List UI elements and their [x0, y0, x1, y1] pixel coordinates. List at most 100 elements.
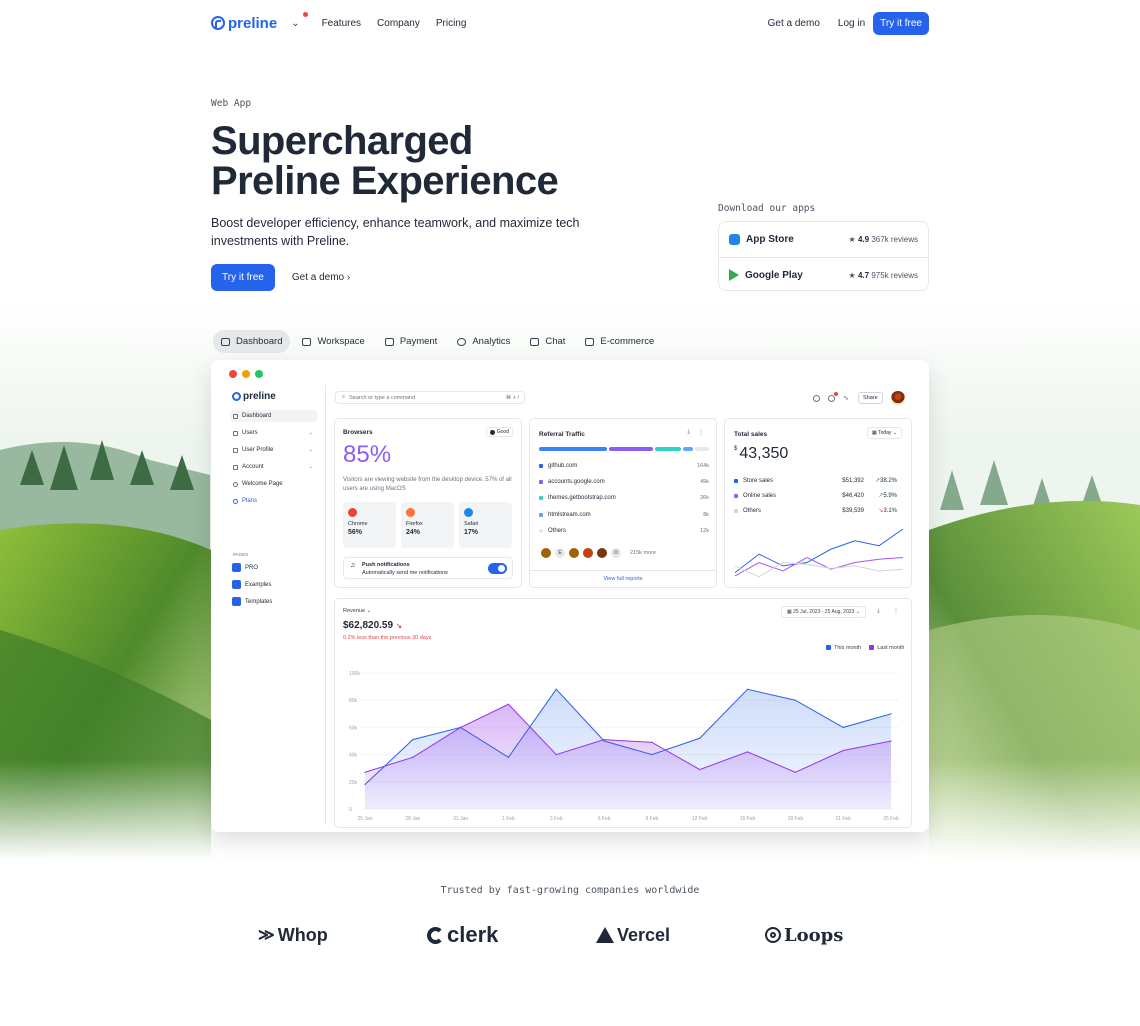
home-icon — [233, 413, 238, 419]
hero-title: Supercharged Preline Experience — [211, 119, 559, 203]
chrome-icon — [348, 508, 357, 517]
tab-ecommerce[interactable]: E-commerce — [577, 330, 662, 353]
briefcase-icon — [302, 337, 312, 346]
bar-segment — [609, 447, 653, 451]
push-notifications-toggle[interactable] — [488, 563, 507, 574]
revenue-value: $62,820.59 ↘ — [343, 620, 402, 631]
line-others — [734, 562, 904, 578]
sidebar-item-plans[interactable]: Plans — [230, 495, 317, 507]
clock-icon[interactable] — [813, 394, 820, 402]
get-demo-link[interactable]: Get a demo — [768, 18, 820, 29]
bag-icon — [585, 337, 595, 346]
legend-last-month: Last month — [869, 645, 904, 651]
referral-row[interactable]: themes.getbootstrap.com 26k — [539, 495, 709, 501]
view-full-reports-link[interactable]: View full reports — [530, 570, 716, 587]
window-controls — [229, 370, 263, 378]
data-point — [460, 726, 462, 728]
templates-icon — [232, 597, 241, 606]
visitor-avatars: E O 215k more — [540, 547, 656, 559]
browsers-percent: 85% — [343, 441, 392, 468]
vercel-triangle-icon — [596, 927, 614, 943]
tab-payment[interactable]: Payment — [377, 330, 446, 353]
google-play-row[interactable]: Google Play ★ 4.7 975k reviews — [719, 257, 928, 292]
users-icon — [233, 430, 238, 436]
referral-row[interactable]: github.com 164k — [539, 463, 709, 469]
loops-logo: Loops — [765, 922, 843, 948]
receipt-icon — [384, 337, 394, 346]
page-link-examples[interactable]: Examples — [232, 580, 271, 589]
check-icon — [489, 429, 495, 435]
top-nav: preline ⌄ Features Company Pricing Get a… — [211, 10, 929, 36]
date-range-select[interactable]: ▦ 25 Jul, 2023 - 25 Aug, 2023 ⌄ — [781, 606, 866, 618]
tab-workspace[interactable]: Workspace — [294, 330, 372, 353]
share-button[interactable]: Share — [858, 392, 883, 404]
brand-dropdown-chevron-icon[interactable]: ⌄ — [291, 11, 308, 29]
app-search-input[interactable]: ⌕ Search or type a command ⌘ + / — [335, 391, 525, 404]
bar-segment — [655, 447, 681, 451]
chevron-down-icon: ⌄ — [308, 447, 313, 453]
app-store-icon — [729, 234, 740, 245]
more-vertical-icon[interactable]: ⋮ — [893, 608, 899, 615]
app-store-row[interactable]: App Store ★ 4.9 367k reviews — [719, 222, 928, 257]
chart-icon — [221, 337, 230, 346]
y-tick-label: 100k — [349, 671, 360, 677]
app-logo[interactable]: preline — [232, 391, 276, 402]
data-point — [507, 703, 510, 705]
sidebar-item-user-profile[interactable]: User Profile ⌄ — [230, 444, 317, 456]
range-select[interactable]: ▦ Today ⌄ — [867, 427, 902, 439]
app-sidebar: preline Dashboard Users ⌄ User Profile ⌄ A… — [220, 385, 326, 825]
data-point — [699, 737, 701, 739]
bell-icon: ♫ — [350, 562, 356, 569]
tab-analytics[interactable]: Analytics — [449, 330, 518, 353]
loops-mark-icon — [765, 927, 781, 943]
data-point — [746, 751, 749, 753]
nav-link-company[interactable]: Company — [377, 18, 420, 29]
notification-badge — [833, 390, 839, 397]
brand-logo[interactable]: preline — [211, 15, 277, 32]
pages-heading: PAGES — [233, 552, 249, 557]
x-tick-label: 3 Feb — [550, 816, 563, 822]
sidebar-item-account[interactable]: Account ⌄ — [230, 461, 317, 473]
search-icon: ⌕ — [342, 394, 346, 400]
chevron-down-icon: ⌄ — [855, 609, 860, 615]
referral-row[interactable]: Others 12k — [539, 528, 709, 534]
user-avatar[interactable] — [890, 391, 905, 405]
activity-icon[interactable]: ∿ — [843, 395, 850, 402]
more-vertical-icon[interactable]: ⋮ — [698, 429, 704, 436]
tab-chat[interactable]: Chat — [522, 330, 573, 353]
page-link-pro[interactable]: PRO — [232, 563, 258, 572]
bell-icon[interactable] — [828, 390, 839, 402]
eye-icon — [233, 481, 238, 487]
sidebar-item-dashboard[interactable]: Dashboard — [230, 410, 317, 422]
chevron-down-icon: ⌄ — [366, 608, 372, 614]
nav-link-features[interactable]: Features — [322, 18, 361, 29]
x-tick-label: 21 Feb — [835, 816, 851, 822]
nav-link-pricing[interactable]: Pricing — [436, 18, 467, 29]
data-point — [842, 726, 844, 728]
x-tick-label: 9 Feb — [646, 816, 659, 822]
maximize-dot — [255, 370, 263, 378]
try-free-button[interactable]: Try it free — [873, 11, 929, 35]
referral-row[interactable]: accounts.google.com 49k — [539, 479, 709, 485]
sidebar-item-welcome[interactable]: Welcome Page — [230, 478, 317, 490]
clerk-logo: clerk — [427, 922, 498, 948]
download-icon[interactable]: ⤓ — [687, 429, 690, 436]
hero-try-free-button[interactable]: Try it free — [211, 264, 275, 291]
data-point — [794, 771, 796, 773]
login-link[interactable]: Log in — [838, 18, 865, 29]
pro-icon — [232, 563, 241, 572]
revenue-label[interactable]: Revenue ⌄ — [343, 608, 371, 614]
x-tick-label: 1 Feb — [502, 816, 515, 822]
hero-get-demo-link[interactable]: Get a demo › — [292, 272, 350, 283]
total-sales-value: $43,350 — [734, 445, 789, 462]
page-link-templates[interactable]: Templates — [232, 597, 272, 606]
sidebar-item-users[interactable]: Users ⌄ — [230, 427, 317, 439]
nav-actions: Get a demo Log in Try it free — [768, 11, 929, 35]
tab-dashboard[interactable]: Dashboard — [213, 330, 291, 353]
avatar — [596, 547, 608, 559]
star-icon: ★ — [848, 235, 856, 244]
download-icon[interactable]: ⤓ — [877, 608, 880, 615]
clerk-mark-icon — [427, 926, 444, 944]
referral-row[interactable]: htmlstream.com 8k — [539, 512, 709, 518]
whop-mark-icon: ≫ — [258, 927, 275, 944]
